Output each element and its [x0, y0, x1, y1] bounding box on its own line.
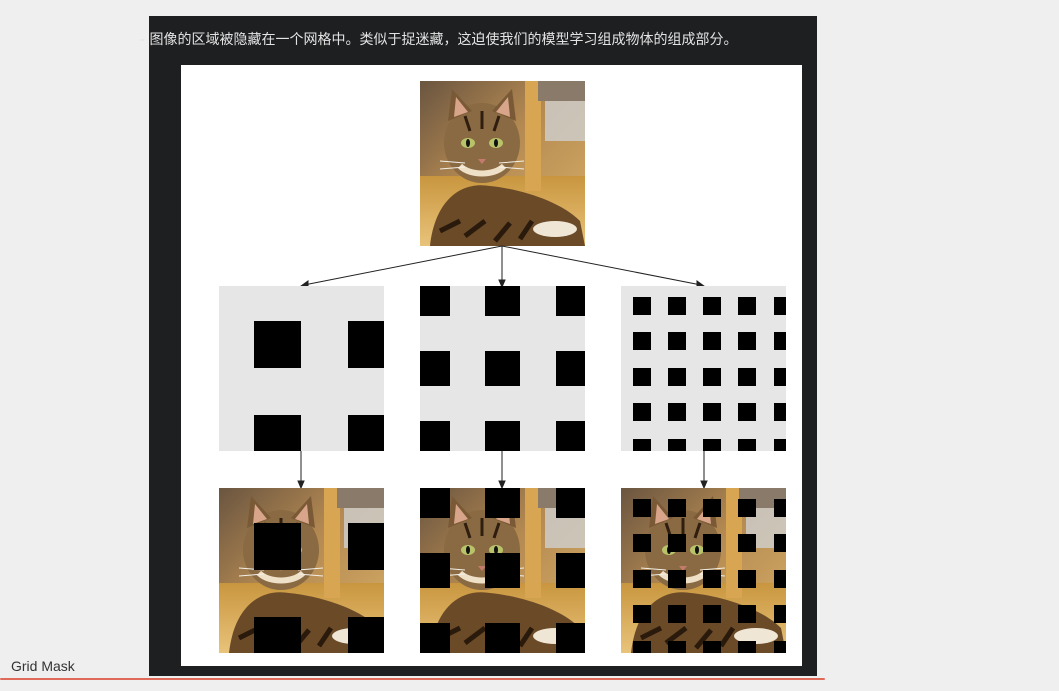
section-label: Grid Mask — [11, 658, 75, 674]
apply-arrows — [297, 451, 708, 490]
coarse-masked-cat — [219, 488, 384, 653]
source-cat-image — [420, 81, 585, 246]
grid-mask-diagram — [181, 65, 802, 666]
fine-masked-cat — [621, 488, 786, 653]
split-arrows — [299, 245, 706, 289]
active-underline — [0, 678, 825, 680]
grid-mask-figure — [181, 65, 802, 666]
fine-grid-mask — [621, 286, 786, 451]
figure-caption: - 图像的区域被隐藏在一个网格中。类似于捉迷藏，这迫使我们的模型学习组成物体的组… — [140, 32, 738, 48]
medium-masked-cat — [420, 488, 585, 653]
coarse-grid-mask — [219, 286, 384, 451]
medium-grid-mask — [420, 286, 585, 451]
